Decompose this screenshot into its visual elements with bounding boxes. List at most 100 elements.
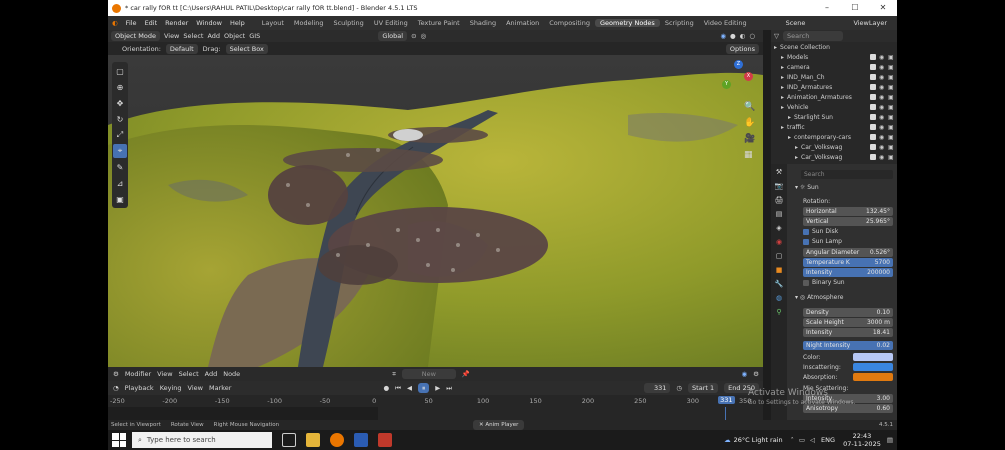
visibility-checkbox[interactable] — [870, 94, 876, 100]
horizontal-field[interactable]: Horizontal 132.45° — [803, 207, 893, 216]
outliner-row[interactable]: ▸ contemporary-cars ◉ ▣ — [771, 132, 897, 142]
render-toggle-icon[interactable]: ▣ — [888, 114, 894, 121]
expand-arrow-icon[interactable]: ▸ — [781, 94, 784, 101]
record-icon[interactable]: ● — [383, 384, 389, 392]
scene-tab-icon[interactable]: ◈ — [773, 222, 785, 234]
atmosphere-section-header[interactable]: ▾ ◎ Atmosphere — [795, 294, 843, 301]
tab-modeling[interactable]: Modeling — [289, 19, 329, 27]
outliner-row[interactable]: ▸ Models ◉ ▣ — [771, 52, 897, 62]
outliner-row[interactable]: ▸ IND_Man_Ch ◉ ▣ — [771, 72, 897, 82]
annotate-icon[interactable]: ✎ — [113, 160, 127, 174]
render-toggle-icon[interactable]: ▣ — [888, 134, 894, 141]
weather-text[interactable]: 26°C Light rain — [734, 436, 783, 444]
filter-icon[interactable]: ▽ — [774, 32, 779, 40]
jump-end-icon[interactable]: ⏭ — [446, 384, 452, 393]
tab-scripting[interactable]: Scripting — [660, 19, 699, 27]
expand-arrow-icon[interactable]: ▸ — [781, 54, 784, 61]
outliner-search[interactable]: Search — [783, 31, 843, 41]
options-button[interactable]: Options — [725, 43, 759, 54]
language-indicator[interactable]: ENG — [821, 436, 835, 444]
file-explorer-icon[interactable] — [306, 433, 320, 447]
pan-icon[interactable]: ✋ — [744, 118, 755, 128]
expand-arrow-icon[interactable]: ▸ — [788, 114, 791, 121]
output-tab-icon[interactable]: 🖨 — [773, 194, 785, 206]
minimize-button[interactable]: – — [813, 0, 841, 16]
tab-video-editing[interactable]: Video Editing — [699, 19, 752, 27]
node-tree-icon[interactable]: ⌗ — [392, 370, 396, 379]
tab-geometry-nodes[interactable]: Geometry Nodes — [594, 19, 660, 27]
eye-icon[interactable]: ◉ — [879, 154, 885, 161]
playhead-label[interactable]: 331 — [718, 396, 735, 404]
snap-toggle-icon[interactable]: ⚙ — [753, 370, 759, 378]
gizmo-z-icon[interactable]: Z — [734, 60, 743, 69]
render-toggle-icon[interactable]: ▣ — [888, 124, 894, 131]
vertical-field[interactable]: Vertical 25.965° — [803, 217, 893, 226]
visibility-checkbox[interactable] — [870, 114, 876, 120]
eye-icon[interactable]: ◉ — [879, 114, 885, 121]
sun-lamp-checkbox[interactable]: Sun Lamp — [803, 238, 842, 245]
current-frame-field[interactable]: 331 — [644, 383, 671, 393]
task-view-icon[interactable] — [282, 433, 296, 447]
clock-icon[interactable]: ◷ — [676, 384, 682, 392]
render-toggle-icon[interactable]: ▣ — [888, 104, 894, 111]
camera-view-icon[interactable]: 🎥 — [744, 134, 755, 144]
menu-add[interactable]: Add — [207, 32, 220, 40]
night-intensity-field[interactable]: Night Intensity 0.02 — [803, 341, 893, 350]
binary-sun-checkbox[interactable]: Binary Sun — [803, 279, 845, 286]
tab-compositing[interactable]: Compositing — [544, 19, 595, 27]
outliner-row[interactable]: ▸ camera ◉ ▣ — [771, 62, 897, 72]
outliner-row[interactable]: ▸ Scene Collection — [771, 42, 897, 52]
menu-help[interactable]: Help — [226, 19, 249, 27]
expand-arrow-icon[interactable]: ▸ — [781, 124, 784, 131]
eye-icon[interactable]: ◉ — [879, 74, 885, 81]
sun-disk-checkbox[interactable]: Sun Disk — [803, 228, 838, 235]
angular-diameter-field[interactable]: Angular Diameter 0.526° — [803, 248, 893, 257]
scene-selector[interactable]: Scene — [782, 19, 810, 27]
anim-player-indicator[interactable]: ✕ Anim Player — [473, 420, 525, 430]
3d-viewport[interactable] — [108, 55, 763, 367]
menu-view[interactable]: View — [164, 32, 179, 40]
outliner-row[interactable]: ▸ Starlight Sun ◉ ▣ — [771, 112, 897, 122]
tab-shading[interactable]: Shading — [465, 19, 501, 27]
expand-arrow-icon[interactable]: ▸ — [795, 144, 798, 151]
tab-texture-paint[interactable]: Texture Paint — [413, 19, 465, 27]
eye-icon[interactable]: ◉ — [879, 64, 885, 71]
tab-layout[interactable]: Layout — [257, 19, 289, 27]
eye-icon[interactable]: ◉ — [879, 54, 885, 61]
zoom-icon[interactable]: 🔍 — [744, 102, 755, 112]
tool-tab-icon[interactable]: ⚒ — [773, 166, 785, 178]
outliner-row[interactable]: ▸ Animation_Armatures ◉ ▣ — [771, 92, 897, 102]
menu-node-select[interactable]: Select — [179, 370, 199, 378]
maximize-button[interactable]: ☐ — [841, 0, 869, 16]
expand-arrow-icon[interactable]: ▸ — [788, 134, 791, 141]
menu-window[interactable]: Window — [192, 19, 226, 27]
eye-icon[interactable]: ◉ — [879, 94, 885, 101]
blender-app-icon[interactable] — [330, 433, 344, 447]
mode-selector[interactable]: Object Mode — [111, 31, 160, 41]
menu-render[interactable]: Render — [161, 19, 192, 27]
timeline-ruler[interactable]: -250 -200 -150 -100 -50 0 50 100 150 200 250 300 350… — [108, 395, 763, 407]
orientation-selector[interactable]: Default — [165, 43, 198, 54]
visibility-checkbox[interactable] — [870, 104, 876, 110]
pin-icon[interactable]: 📌 — [462, 370, 470, 378]
menu-node-add[interactable]: Add — [205, 370, 218, 378]
menu-marker[interactable]: Marker — [209, 384, 231, 392]
collection-tab-icon[interactable]: ▢ — [773, 250, 785, 262]
eye-icon[interactable]: ◉ — [879, 104, 885, 111]
intensity-field[interactable]: Intensity 200000 — [803, 268, 893, 277]
scale-height-field[interactable]: Scale Height 3000 m — [803, 318, 893, 327]
visibility-checkbox[interactable] — [870, 134, 876, 140]
constraints-tab-icon[interactable]: ⚲ — [773, 306, 785, 318]
eye-icon[interactable]: ◉ — [879, 124, 885, 131]
transform-space-selector[interactable]: Global — [378, 31, 408, 41]
navigation-gizmo[interactable]: Z X Y 🔍 ✋ 🎥 ▦ — [720, 58, 760, 160]
eye-icon[interactable]: ◉ — [879, 134, 885, 141]
object-tab-icon[interactable]: ■ — [773, 264, 785, 276]
menu-edit[interactable]: Edit — [141, 19, 162, 27]
menu-timeline-view[interactable]: View — [188, 384, 203, 392]
outliner-row[interactable]: ▸ Car_Volkswag ◉ ▣ — [771, 142, 897, 152]
timeline-editor-icon[interactable]: ◔ — [113, 384, 119, 392]
render-toggle-icon[interactable]: ▣ — [888, 94, 894, 101]
expand-arrow-icon[interactable]: ▸ — [781, 84, 784, 91]
menu-gis[interactable]: GIS — [249, 32, 260, 40]
